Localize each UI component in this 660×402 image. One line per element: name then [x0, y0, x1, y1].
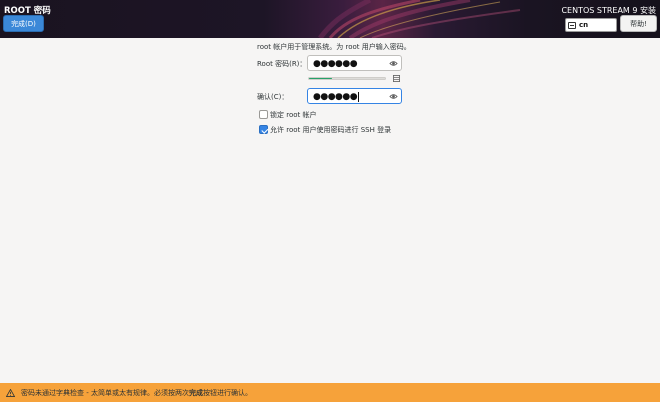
keyboard-layout-indicator[interactable]: cn: [565, 18, 617, 32]
status-bar[interactable]: 密码未通过字典检查 - 太简单或太有规律。必须按两次完成按钮进行确认。: [0, 383, 660, 402]
confirm-password-input[interactable]: ●●●●●●: [307, 88, 402, 104]
password-label: Root 密码(R)：: [257, 60, 307, 68]
password-strength-fill: [309, 78, 332, 79]
allow-ssh-checkbox[interactable]: [259, 125, 268, 134]
allow-ssh-label: 允许 root 用户使用密码进行 SSH 登录: [270, 126, 392, 134]
lock-root-checkbox[interactable]: [259, 110, 268, 119]
strength-warning-icon: [393, 75, 400, 82]
eye-icon[interactable]: [389, 92, 398, 101]
intro-text: root 帐户用于管理系统。为 root 用户输入密码。: [257, 43, 411, 51]
eye-icon[interactable]: [389, 59, 398, 68]
password-value: ●●●●●●: [313, 59, 358, 69]
password-strength-bar: [308, 77, 386, 80]
lock-root-label: 锁定 root 帐户: [270, 111, 317, 119]
warning-icon: [6, 388, 15, 397]
keyboard-icon: [568, 21, 576, 29]
password-input[interactable]: ●●●●●●: [307, 55, 402, 71]
keyboard-layout-text: cn: [579, 21, 589, 29]
help-button[interactable]: 帮助!: [620, 15, 657, 32]
confirm-label: 确认(C)：: [257, 93, 289, 101]
header-bar: ROOT 密码 完成(D) CENTOS STREAM 9 安装 cn 帮助!: [0, 0, 660, 38]
done-button[interactable]: 完成(D): [3, 15, 44, 32]
confirm-value: ●●●●●●: [313, 91, 360, 102]
status-message: 密码未通过字典检查 - 太简单或太有规律。必须按两次完成按钮进行确认。: [21, 388, 252, 397]
